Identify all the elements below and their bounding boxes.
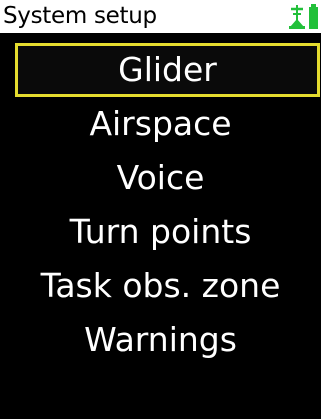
menu-item-label: Voice [116,158,205,197]
menu-item-turn-points[interactable]: Turn points [0,205,321,259]
menu-item-label: Turn points [69,212,252,251]
setup-menu: Glider Airspace Voice Turn points Task o… [0,43,321,367]
menu-item-label: Warnings [84,320,237,359]
menu-item-task-obs-zone[interactable]: Task obs. zone [0,259,321,313]
menu-item-voice[interactable]: Voice [0,151,321,205]
menu-item-label: Task obs. zone [40,266,281,305]
menu-item-label: Airspace [89,104,232,143]
menu-item-airspace[interactable]: Airspace [0,97,321,151]
menu-item-warnings[interactable]: Warnings [0,313,321,367]
menu-item-glider[interactable]: Glider [15,43,320,97]
title-bar: System setup [0,0,321,33]
gps-antenna-icon [289,4,318,29]
menu-item-label: Glider [118,50,217,89]
page-title: System setup [3,3,157,29]
